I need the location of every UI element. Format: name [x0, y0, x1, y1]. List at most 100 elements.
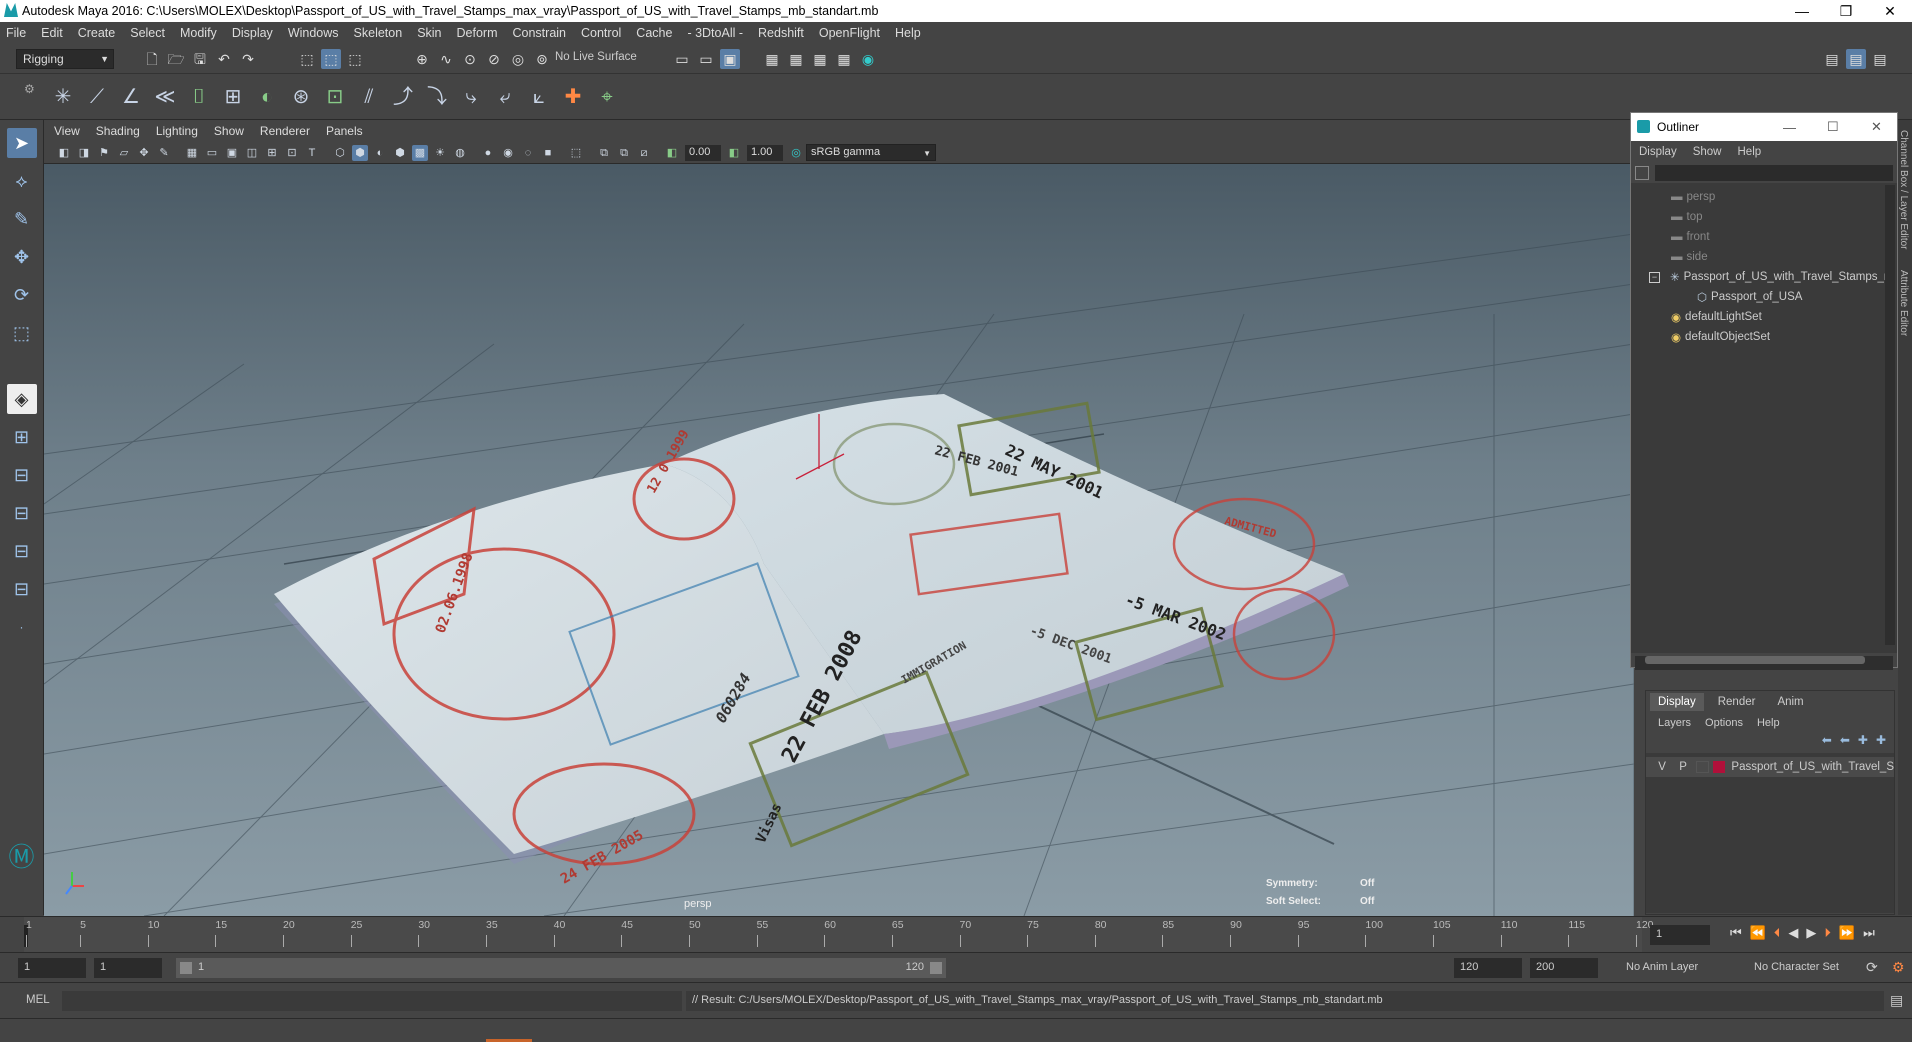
outliner-maximize-button[interactable]: ☐: [1827, 119, 1839, 135]
step-back-key-icon[interactable]: ⏪: [1750, 925, 1766, 941]
outliner-close-button[interactable]: ✕: [1871, 119, 1882, 135]
preferences-icon[interactable]: ⚙: [1892, 959, 1905, 976]
layer-tab-anim[interactable]: Anim: [1769, 693, 1811, 711]
camera-attrs-icon[interactable]: ◨: [76, 145, 92, 161]
menu-file[interactable]: File: [6, 26, 26, 40]
undo-icon[interactable]: ↶: [214, 49, 234, 69]
redo-icon[interactable]: ↷: [238, 49, 258, 69]
gate-mask-icon[interactable]: ◫: [244, 145, 260, 161]
safe-title-icon[interactable]: T: [304, 145, 320, 161]
outliner-item-side[interactable]: ▬ side: [1631, 247, 1897, 267]
select-hierarchy-icon[interactable]: ⬚: [297, 49, 317, 69]
select-tool-icon[interactable]: ➤: [6, 128, 37, 158]
select-camera-icon[interactable]: ◧: [56, 145, 72, 161]
paint-weights-icon[interactable]: ⤷: [456, 82, 486, 112]
step-forward-frame-icon[interactable]: ⏵: [1824, 925, 1831, 941]
render-view-icon[interactable]: ▦: [762, 49, 782, 69]
outliner-titlebar[interactable]: Outliner — ☐ ✕: [1631, 113, 1897, 141]
restore-button[interactable]: ❐: [1824, 0, 1868, 22]
outliner-menu-show[interactable]: Show: [1693, 146, 1722, 158]
point-constraint-icon[interactable]: ✚: [558, 82, 588, 112]
attribute-editor-tab[interactable]: Attribute Editor: [1898, 270, 1909, 336]
wrap-deformer-icon[interactable]: ⊡: [320, 82, 350, 112]
layer-row[interactable]: V P Passport_of_US_with_Travel_S: [1646, 757, 1894, 777]
new-scene-icon[interactable]: 🗋: [142, 49, 162, 69]
render-frame-icon[interactable]: ▦: [786, 49, 806, 69]
play-forwards-icon[interactable]: ▶: [1806, 925, 1816, 941]
outliner-menu-help[interactable]: Help: [1738, 146, 1762, 158]
gamma-field[interactable]: 1.00: [747, 144, 783, 161]
menu-create[interactable]: Create: [78, 26, 116, 40]
layer-display-type[interactable]: [1696, 761, 1709, 773]
ik-spline-icon[interactable]: ≪: [150, 82, 180, 112]
vp-menu-renderer[interactable]: Renderer: [260, 124, 310, 138]
range-slider[interactable]: 1 120: [176, 958, 946, 978]
persp-outliner-layout-icon[interactable]: ⊟: [7, 536, 37, 566]
xray-icon[interactable]: ⧉: [596, 145, 612, 161]
copy-weights-icon[interactable]: ⟀: [524, 82, 554, 112]
layer-visibility-toggle[interactable]: V: [1654, 761, 1670, 773]
render-settings-icon[interactable]: ▦: [834, 49, 854, 69]
cluster-icon[interactable]: ⊞: [218, 82, 248, 112]
menu-cache[interactable]: Cache: [636, 26, 672, 40]
outliner-horizontal-scrollbar[interactable]: [1635, 656, 1893, 670]
outliner-item-front[interactable]: ▬ front: [1631, 227, 1897, 247]
hypershade-layout-icon[interactable]: ⊟: [7, 574, 37, 604]
safe-action-icon[interactable]: ⊡: [284, 145, 300, 161]
playback-start-field[interactable]: 1: [94, 958, 162, 978]
lasso-tool-icon[interactable]: ⟡: [7, 166, 37, 196]
interactive-bind-icon[interactable]: ⤵: [422, 82, 452, 112]
mirror-weights-icon[interactable]: ⤶: [490, 82, 520, 112]
go-to-end-icon[interactable]: ⏭: [1863, 925, 1875, 941]
open-scene-icon[interactable]: 🗁: [166, 49, 186, 69]
close-button[interactable]: ✕: [1868, 0, 1912, 22]
four-pane-layout-icon[interactable]: ⊞: [7, 422, 37, 452]
layer-color-swatch[interactable]: [1712, 761, 1726, 773]
perspective-viewport[interactable]: 22 MAY 2001 22 FEB 2001 -5 MAR 2002 -5 D…: [44, 164, 1634, 916]
layer-tab-render[interactable]: Render: [1710, 693, 1764, 711]
outliner-item-passport-group[interactable]: − ✳ Passport_of_US_with_Travel_Stamps_n: [1631, 267, 1897, 287]
menu-3dtoall[interactable]: - 3DtoAll -: [687, 26, 743, 40]
character-set-dropdown[interactable]: No Character Set: [1748, 958, 1868, 978]
aim-constraint-icon[interactable]: ⌖: [592, 82, 622, 112]
outliner-item-persp[interactable]: ▬ persp: [1631, 187, 1897, 207]
grid-toggle-icon[interactable]: ▦: [184, 145, 200, 161]
rotate-tool-icon[interactable]: ⟳: [7, 280, 37, 310]
grease-pencil-icon[interactable]: ✎: [156, 145, 172, 161]
lattice-icon[interactable]: ◐: [252, 82, 282, 112]
menu-constrain[interactable]: Constrain: [513, 26, 567, 40]
snap-live-icon[interactable]: ⊚: [532, 49, 552, 69]
depth-of-field-icon[interactable]: ■: [540, 145, 556, 161]
menu-display[interactable]: Display: [232, 26, 273, 40]
filter-icon[interactable]: [1635, 166, 1649, 180]
single-pane-layout-icon[interactable]: ◈: [6, 384, 37, 414]
select-component-icon[interactable]: ⬚: [345, 49, 365, 69]
use-all-lights-icon[interactable]: ☀: [432, 145, 448, 161]
outliner-search-input[interactable]: [1655, 165, 1893, 181]
side-by-side-layout-icon[interactable]: ⊟: [7, 460, 37, 490]
isolate-select-icon[interactable]: ⬚: [568, 145, 584, 161]
menu-redshift[interactable]: Redshift: [758, 26, 804, 40]
layer-name[interactable]: Passport_of_US_with_Travel_S: [1731, 761, 1894, 773]
vp-menu-show[interactable]: Show: [214, 124, 244, 138]
range-end-handle[interactable]: [930, 962, 942, 974]
wireframe-icon[interactable]: ⬡: [332, 145, 348, 161]
end-time-field[interactable]: 200: [1530, 958, 1598, 978]
outliner-menu-display[interactable]: Display: [1639, 146, 1677, 158]
menu-modify[interactable]: Modify: [180, 26, 217, 40]
vp-menu-lighting[interactable]: Lighting: [156, 124, 198, 138]
script-editor-icon[interactable]: ▤: [1890, 992, 1903, 1009]
bookmarks-icon[interactable]: ⚑: [96, 145, 112, 161]
layer-menu-options[interactable]: Options: [1705, 717, 1743, 729]
snap-surface-icon[interactable]: ◎: [508, 49, 528, 69]
sculpt-deformer-icon[interactable]: ⊛: [286, 82, 316, 112]
snap-point-icon[interactable]: ⊙: [460, 49, 480, 69]
wireframe-on-shaded-icon[interactable]: ⬢: [392, 145, 408, 161]
menu-help[interactable]: Help: [895, 26, 921, 40]
layer-playback-toggle[interactable]: P: [1674, 761, 1692, 773]
motion-blur-icon[interactable]: ◉: [500, 145, 516, 161]
vp-menu-panels[interactable]: Panels: [326, 124, 363, 138]
command-input[interactable]: [62, 991, 682, 1011]
anim-layer-dropdown[interactable]: No Anim Layer: [1620, 958, 1740, 978]
outliner-minimize-button[interactable]: —: [1783, 120, 1796, 135]
